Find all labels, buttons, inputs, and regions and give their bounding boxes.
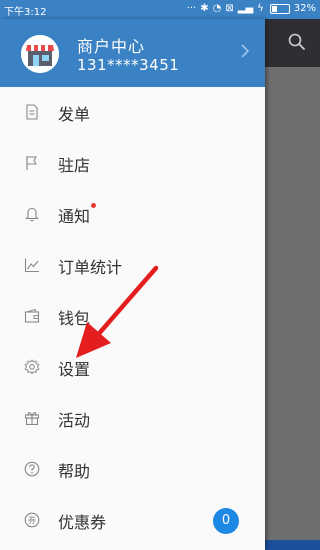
chevron-right-icon[interactable] [240,43,250,59]
status-bar: 下午3:12 ··· ✱ ◔ ⊠ ▂▄ ϟ 32% [0,0,320,19]
navigation-drawer: 商户中心 131****3451 发单 驻店 通知 订单统计 钱包 设置 活动 … [0,19,265,550]
dots-icon: ··· [186,3,197,14]
document-icon [26,104,38,120]
menu-item-station[interactable]: 驻店 [0,138,265,189]
merchant-header[interactable]: 商户中心 131****3451 [0,19,265,87]
menu-item-activities[interactable]: 活动 [0,393,265,444]
unread-dot [91,203,96,208]
menu-item-order-stats[interactable]: 订单统计 [0,240,265,291]
bluetooth-icon: ✱ [200,3,209,14]
battery-level: 32% [293,3,316,14]
line-chart-icon [24,258,39,273]
store-avatar [21,35,59,73]
merchant-phone: 131****3451 [77,56,180,74]
wallet-icon [24,308,40,323]
menu-label: 帮助 [58,462,91,481]
menu-item-dispatch[interactable]: 发单 [0,87,265,138]
svg-text:券: 券 [28,515,36,525]
help-icon [24,461,40,477]
coupon-icon: 券 [24,512,40,528]
status-time: 下午3:12 [4,7,47,18]
menu-item-coupons[interactable]: 券 优惠券 0 [0,495,265,546]
store-icon [21,35,59,73]
sim-icon: ⊠ [225,3,234,14]
menu-label: 活动 [58,411,91,430]
menu-label: 驻店 [58,156,91,175]
menu-item-help[interactable]: 帮助 [0,444,265,495]
charging-icon: ϟ [257,3,264,14]
gear-icon [24,359,40,375]
menu-item-settings[interactable]: 设置 [0,342,265,393]
gift-icon [24,412,40,426]
main-screen-overlay[interactable] [265,19,320,550]
menu-label: 发单 [58,105,91,124]
flag-icon [26,156,37,170]
merchant-title: 商户中心 [77,37,146,56]
bell-icon [25,207,39,222]
wifi-icon: ◔ [212,3,222,14]
menu-label: 订单统计 [58,258,123,277]
status-icons: ··· ✱ ◔ ⊠ ▂▄ ϟ 32% [187,3,316,14]
menu-item-wallet[interactable]: 钱包 [0,291,265,342]
menu-label: 设置 [58,360,91,379]
battery-icon [269,3,290,14]
menu-label: 优惠券 [58,513,107,532]
menu-item-notifications[interactable]: 通知 [0,189,265,240]
coupon-count-badge: 0 [213,508,239,534]
main-topbar [265,19,320,67]
menu-label: 钱包 [58,309,91,328]
menu-label: 通知 [58,207,91,226]
search-icon[interactable] [288,33,306,51]
main-bottom-bar [265,540,320,550]
signal-icon: ▂▄ [237,3,254,14]
drawer-menu: 发单 驻店 通知 订单统计 钱包 设置 活动 帮助 券 优惠券 0 [0,87,265,546]
